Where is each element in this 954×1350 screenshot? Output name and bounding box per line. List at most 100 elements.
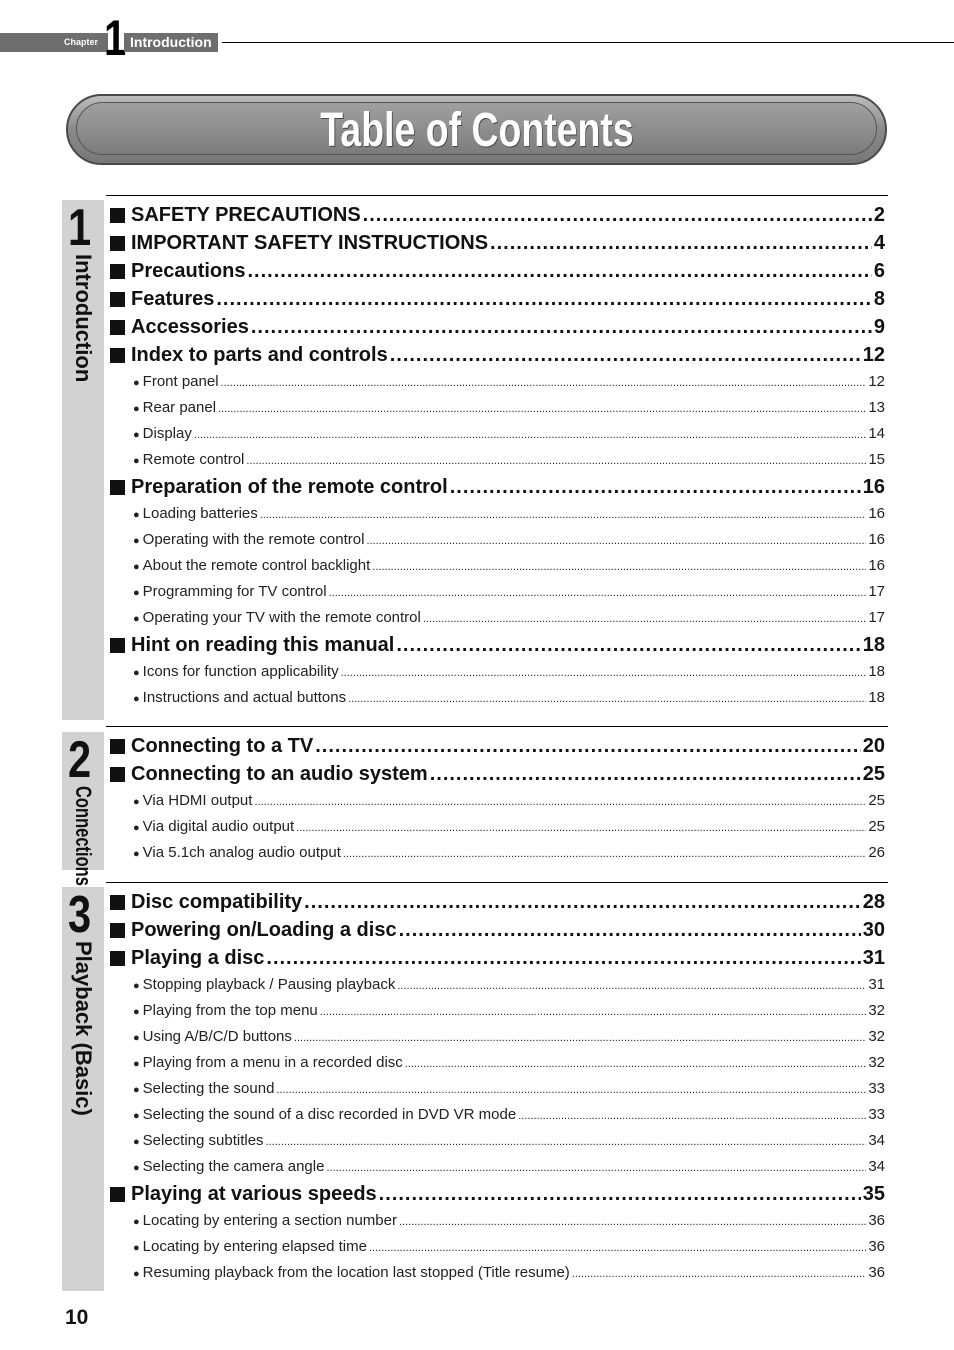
dot-leader: [266, 1128, 867, 1155]
entry-title: Index to parts and controls: [131, 344, 388, 366]
toc-subentry[interactable]: ●Playing from a menu in a recorded disc 3…: [110, 1050, 885, 1076]
toc-subentry[interactable]: ● Resuming playback from the location las…: [110, 1260, 885, 1286]
toc-subentry[interactable]: ●Locating by entering elapsed time 36: [110, 1234, 885, 1260]
toc-subentry[interactable]: ●Instructions and actual buttons 18: [110, 685, 885, 711]
entry-title: Icons for function applicability: [142, 663, 339, 680]
entry-page: 15: [868, 451, 885, 468]
bullet-icon: ●: [133, 1084, 140, 1096]
section-number: 3: [68, 886, 92, 944]
entry-page: 13: [868, 399, 885, 416]
section-number: 1: [68, 199, 92, 257]
square-bullet-icon: [110, 922, 125, 938]
toc-subentry[interactable]: ●Programming for TV control 17: [110, 579, 885, 605]
dot-leader: [254, 788, 866, 815]
entry-title: IMPORTANT SAFETY INSTRUCTIONS: [131, 232, 489, 254]
entry-page: 2: [873, 204, 885, 226]
toc-subentry[interactable]: ●Operating with the remote control 16: [110, 527, 885, 553]
bullet-icon: ●: [133, 587, 140, 599]
dot-leader: [221, 369, 867, 396]
section-1-entries: SAFETY PRECAUTIONS 2 IMPORTANT SAFETY INST…: [110, 201, 885, 711]
toc-entry[interactable]: Index to parts and controls 12: [110, 341, 885, 369]
toc-subentry[interactable]: ●Selecting subtitles 34: [110, 1128, 885, 1154]
toc-subentry[interactable]: ●Using A/B/C/D buttons 32: [110, 1024, 885, 1050]
bullet-icon: ●: [133, 1162, 140, 1174]
toc-subentry[interactable]: ●Selecting the sound 33: [110, 1076, 885, 1102]
square-bullet-icon: [110, 950, 125, 966]
chapter-title: Introduction: [124, 33, 218, 52]
toc-entry[interactable]: Precautions 6: [110, 257, 885, 285]
toc-entry[interactable]: Features 8: [110, 285, 885, 313]
page-number: 10: [65, 1306, 89, 1329]
toc-subentry[interactable]: ●Locating by entering a section number 36: [110, 1208, 885, 1234]
section-number: 2: [68, 731, 92, 789]
toc-entry[interactable]: Connecting to a TV 20: [110, 732, 885, 760]
toc-subentry[interactable]: ●Rear panel 13: [110, 395, 885, 421]
entry-title: Locating by entering elapsed time: [142, 1238, 367, 1255]
bullet-icon: ●: [133, 1110, 140, 1122]
toc-entry[interactable]: Accessories 9: [110, 313, 885, 341]
dot-leader: [405, 1050, 867, 1077]
toc-subentry[interactable]: ●Via HDMI output 25: [110, 788, 885, 814]
bullet-icon: ●: [133, 509, 140, 521]
bullet-icon: ●: [133, 403, 140, 415]
toc-subentry[interactable]: ●Via 5.1ch analog audio output 26: [110, 840, 885, 866]
square-bullet-icon: [110, 263, 125, 279]
entry-page: 28: [862, 891, 885, 913]
toc-entry[interactable]: Playing a disc 31: [110, 944, 885, 972]
entry-page: 20: [862, 735, 885, 757]
dot-leader: [518, 1102, 866, 1129]
dot-leader: [320, 998, 867, 1025]
toc-subentry[interactable]: ●Loading batteries 16: [110, 501, 885, 527]
entry-page: 14: [868, 425, 885, 442]
square-bullet-icon: [110, 766, 125, 782]
dot-leader: [396, 631, 860, 659]
dot-leader: [490, 229, 872, 257]
dot-leader: [315, 732, 861, 760]
entry-title: Selecting the sound: [142, 1080, 275, 1097]
toc-subentry[interactable]: ●Display 14: [110, 421, 885, 447]
bullet-icon: ●: [133, 429, 140, 441]
toc-entry[interactable]: IMPORTANT SAFETY INSTRUCTIONS 4: [110, 229, 885, 257]
toc-entry[interactable]: Hint on reading this manual 18: [110, 631, 885, 659]
section-tab-3: 3 Playback (Basic): [62, 887, 104, 1291]
dot-leader: [276, 1076, 866, 1103]
bullet-icon: ●: [133, 535, 140, 547]
dot-leader: [266, 944, 860, 972]
toc-subentry[interactable]: ● Selecting the sound of a disc recorded …: [110, 1102, 885, 1128]
dot-leader: [423, 605, 866, 632]
bullet-icon: ●: [133, 1032, 140, 1044]
toc-subentry[interactable]: ● Operating your TV with the remote contr…: [110, 605, 885, 631]
toc-subentry[interactable]: ●Icons for function applicability 18: [110, 659, 885, 685]
dot-leader: [341, 659, 867, 686]
toc-entry[interactable]: Connecting to an audio system 25: [110, 760, 885, 788]
dot-leader: [247, 257, 871, 285]
toc-subentry[interactable]: ●Stopping playback / Pausing playback 31: [110, 972, 885, 998]
entry-title: Programming for TV control: [142, 583, 327, 600]
toc-subentry[interactable]: ●Remote control 15: [110, 447, 885, 473]
bullet-icon: ●: [133, 1136, 140, 1148]
toc-entry[interactable]: Disc compatibility 28: [110, 888, 885, 916]
entry-title: Playing a disc: [131, 947, 265, 969]
toc-entry[interactable]: Powering on/Loading a disc 30: [110, 916, 885, 944]
bullet-icon: ●: [133, 561, 140, 573]
entry-title: Locating by entering a section number: [142, 1212, 397, 1229]
dot-leader: [216, 285, 872, 313]
entry-page: 25: [868, 818, 885, 835]
dot-leader: [572, 1260, 867, 1287]
toc-entry[interactable]: SAFETY PRECAUTIONS 2: [110, 201, 885, 229]
toc-entry[interactable]: Playing at various speeds 35: [110, 1180, 885, 1208]
toc-subentry[interactable]: ●Via digital audio output 25: [110, 814, 885, 840]
bullet-icon: ●: [133, 796, 140, 808]
dot-leader: [369, 1234, 866, 1261]
entry-page: 6: [873, 260, 885, 282]
entry-title: Playing at various speeds: [131, 1183, 377, 1205]
toc-entry[interactable]: Preparation of the remote control 16: [110, 473, 885, 501]
toc-subentry[interactable]: ●Playing from the top menu 32: [110, 998, 885, 1024]
dot-leader: [372, 553, 866, 580]
entry-title: Playing from a menu in a recorded disc: [142, 1054, 403, 1071]
toc-subentry[interactable]: ●About the remote control backlight 16: [110, 553, 885, 579]
entry-title: Stopping playback / Pausing playback: [142, 976, 396, 993]
toc-subentry[interactable]: ●Selecting the camera angle 34: [110, 1154, 885, 1180]
entry-title: Operating your TV with the remote contro…: [142, 609, 421, 626]
toc-subentry[interactable]: ●Front panel 12: [110, 369, 885, 395]
